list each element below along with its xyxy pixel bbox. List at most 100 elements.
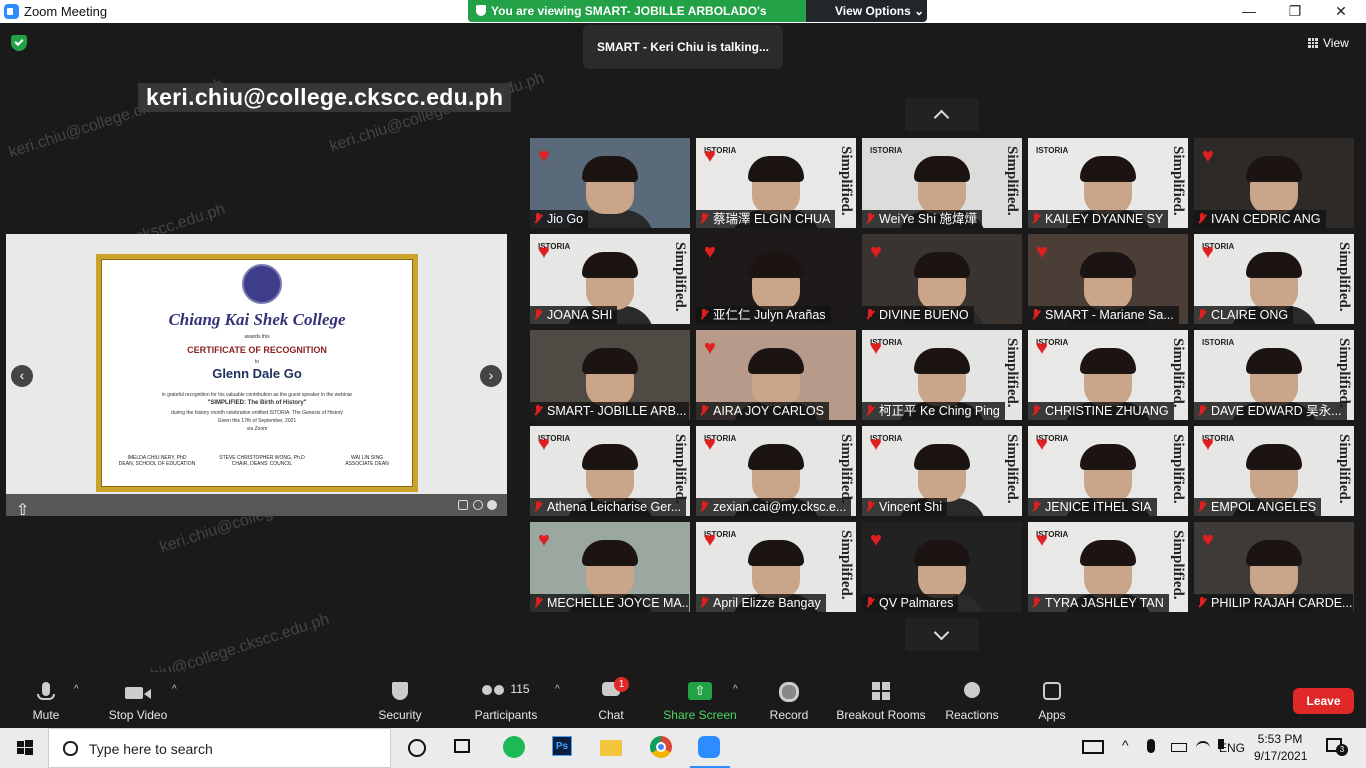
participant-tile[interactable]: ISTORIA Simplified. ♥ zexian.cai@my.cksc.e.… — [696, 426, 856, 516]
apps-button[interactable]: Apps — [1034, 672, 1070, 728]
participant-name-label: DAVE EDWARD 吴永... — [1194, 402, 1347, 420]
fit-screen-icon[interactable] — [458, 500, 468, 510]
notifications-icon[interactable]: 3 — [1326, 738, 1348, 756]
previous-slide-button[interactable]: ‹ — [11, 365, 33, 387]
poster-simplified: Simplified. — [1170, 530, 1186, 600]
participant-tile[interactable]: ISTORIA Simplified. ♥ April Elizze Bangay — [696, 522, 856, 612]
muted-microphone-icon — [1198, 213, 1206, 224]
participant-tile[interactable]: ♥ QV Palmares — [862, 522, 1022, 612]
participant-name-label: PHILIP RAJAH CARDE... — [1194, 594, 1353, 612]
participant-name-label: MECHELLE JOYCE MA... — [530, 594, 689, 612]
view-layout-button[interactable]: View — [1308, 36, 1349, 50]
next-slide-button[interactable]: › — [480, 365, 502, 387]
muted-microphone-icon — [1198, 597, 1206, 608]
zoom-app-icon[interactable] — [698, 736, 722, 760]
participant-tile[interactable]: ISTORIA Simplified. ♥ 蔡瑞澤 ELGIN CHUA — [696, 138, 856, 228]
gallery-next-page-button[interactable] — [905, 618, 979, 651]
poster-simplified: Simplified. — [1170, 146, 1186, 216]
photoshop-icon[interactable]: Ps — [552, 736, 576, 760]
signatory-1-role: DEAN, SCHOOL OF EDUCATION — [118, 461, 196, 467]
participant-tile[interactable]: ISTORIA Simplified. ♥ JOANA SHI — [530, 234, 690, 324]
participant-tile[interactable]: ♥ DIVINE BUENO — [862, 234, 1022, 324]
participant-tile[interactable]: ♥ SMART - Mariane Sa... — [1028, 234, 1188, 324]
share-icon[interactable]: ⇧ — [16, 500, 29, 519]
shared-screen-controls: ⇧ — [6, 494, 507, 519]
minimize-button[interactable]: — — [1226, 0, 1272, 23]
participant-name-label: April Elizze Bangay — [696, 594, 826, 612]
keyboard-icon[interactable] — [1082, 740, 1104, 754]
share-screen-button[interactable]: ⇧ Share Screen — [662, 672, 738, 728]
participant-tile[interactable]: ♥ MECHELLE JOYCE MA... — [530, 522, 690, 612]
participant-tile[interactable]: ISTORIA Simplified. ♥ 柯正平 Ke Ching Ping — [862, 330, 1022, 420]
participant-tile[interactable]: ISTORIA Simplified. ♥ CHRISTINE ZHUANG — [1028, 330, 1188, 420]
participant-tile[interactable]: ♥ AIRA JOY CARLOS — [696, 330, 856, 420]
window-title: Zoom Meeting — [24, 4, 108, 19]
participant-hair — [1080, 444, 1136, 470]
more-options-icon[interactable] — [487, 500, 497, 510]
share-options-chevron-icon[interactable]: ^ — [733, 684, 738, 695]
signatory-2-role: CHAIR, DEANS' COUNCIL — [231, 461, 293, 467]
share-screen-label: Share Screen — [663, 708, 737, 722]
participant-tile[interactable]: ♥ Jio Go — [530, 138, 690, 228]
chrome-icon[interactable] — [650, 736, 674, 760]
participant-name: WeiYe Shi 施煒燁 — [879, 212, 977, 226]
breakout-rooms-button[interactable]: Breakout Rooms — [836, 672, 926, 728]
view-options-button[interactable]: View Options ⌄ — [835, 4, 924, 18]
expand-icon[interactable] — [473, 500, 483, 510]
participant-hair — [582, 444, 638, 470]
audio-options-chevron-icon[interactable]: ^ — [74, 684, 79, 695]
spotify-icon[interactable] — [503, 736, 527, 760]
task-view-icon[interactable] — [452, 736, 476, 760]
microphone-tray-icon[interactable] — [1147, 739, 1155, 753]
gallery-previous-page-button[interactable] — [905, 98, 979, 131]
cortana-icon[interactable] — [405, 736, 429, 760]
participant-name: JOANA SHI — [547, 308, 613, 322]
close-window-button[interactable]: ✕ — [1318, 0, 1364, 23]
heart-reaction-icon: ♥ — [1202, 241, 1214, 263]
participant-name: 蔡瑞澤 ELGIN CHUA — [713, 212, 831, 226]
participant-tile[interactable]: SMART- JOBILLE ARB... — [530, 330, 690, 420]
battery-icon[interactable] — [1171, 743, 1187, 752]
participant-tile[interactable]: ISTORIA Simplified. ♥ TYRA JASHLEY TAN — [1028, 522, 1188, 612]
participants-button[interactable]: 115 Participants — [470, 672, 542, 728]
shared-screen-view[interactable]: Chiang Kai Shek College awards this CERT… — [6, 234, 507, 519]
participant-hair — [582, 252, 638, 278]
muted-microphone-icon — [1198, 405, 1206, 416]
participants-label: Participants — [474, 708, 538, 722]
file-explorer-icon[interactable] — [600, 736, 624, 760]
mute-button[interactable]: Mute — [26, 672, 66, 728]
participant-tile[interactable]: ISTORIA Simplified. ♥ CLAIRE ONG — [1194, 234, 1354, 324]
clock[interactable]: 5:53 PM 9/17/2021 — [1254, 732, 1307, 763]
show-hidden-icons-chevron-icon[interactable]: ^ — [1122, 737, 1129, 753]
participant-tile[interactable]: ISTORIA Simplified. ♥ Athena Leicharise Ger… — [530, 426, 690, 516]
participant-hair — [1246, 252, 1302, 278]
participant-hair — [748, 348, 804, 374]
reactions-button[interactable]: Reactions — [944, 672, 1000, 728]
security-button[interactable]: Security — [375, 672, 425, 728]
zoom-logo-icon — [4, 4, 19, 19]
taskbar-search-input[interactable]: Type here to search — [48, 728, 391, 768]
windows-start-icon[interactable] — [14, 736, 38, 760]
participant-name: MECHELLE JOYCE MA... — [547, 596, 689, 610]
participant-tile[interactable]: ISTORIA Simplified. DAVE EDWARD 吴永... — [1194, 330, 1354, 420]
participant-tile[interactable]: ISTORIA Simplified. ♥ EMPOL ANGELES — [1194, 426, 1354, 516]
participant-tile[interactable]: ♥ 亚仁仁 Julyn Arañas — [696, 234, 856, 324]
maximize-button[interactable]: ❐ — [1272, 0, 1318, 23]
video-options-chevron-icon[interactable]: ^ — [172, 684, 177, 695]
stop-video-button[interactable]: Stop Video — [104, 672, 172, 728]
participant-tile[interactable]: ♥ PHILIP RAJAH CARDE... — [1194, 522, 1354, 612]
participant-tile[interactable]: ISTORIA Simplified. KAILEY DYANNE SY — [1028, 138, 1188, 228]
participant-tile[interactable]: ISTORIA Simplified. ♥ Vincent Shi — [862, 426, 1022, 516]
encryption-shield-icon[interactable] — [11, 35, 27, 51]
leave-meeting-button[interactable]: Leave — [1293, 688, 1354, 714]
participant-tile[interactable]: ♥ IVAN CEDRIC ANG — [1194, 138, 1354, 228]
record-button[interactable]: Record — [766, 672, 812, 728]
participant-name-label: Jio Go — [530, 210, 589, 228]
participant-tile[interactable]: ISTORIA Simplified. WeiYe Shi 施煒燁 — [862, 138, 1022, 228]
participant-tile[interactable]: ISTORIA Simplified. ♥ JENICE ITHEL SIA — [1028, 426, 1188, 516]
participant-hair — [914, 444, 970, 470]
participants-options-chevron-icon[interactable]: ^ — [555, 684, 560, 695]
wifi-icon[interactable] — [1196, 741, 1210, 755]
chat-button[interactable]: 1 Chat — [592, 672, 630, 728]
participant-hair — [1080, 348, 1136, 374]
